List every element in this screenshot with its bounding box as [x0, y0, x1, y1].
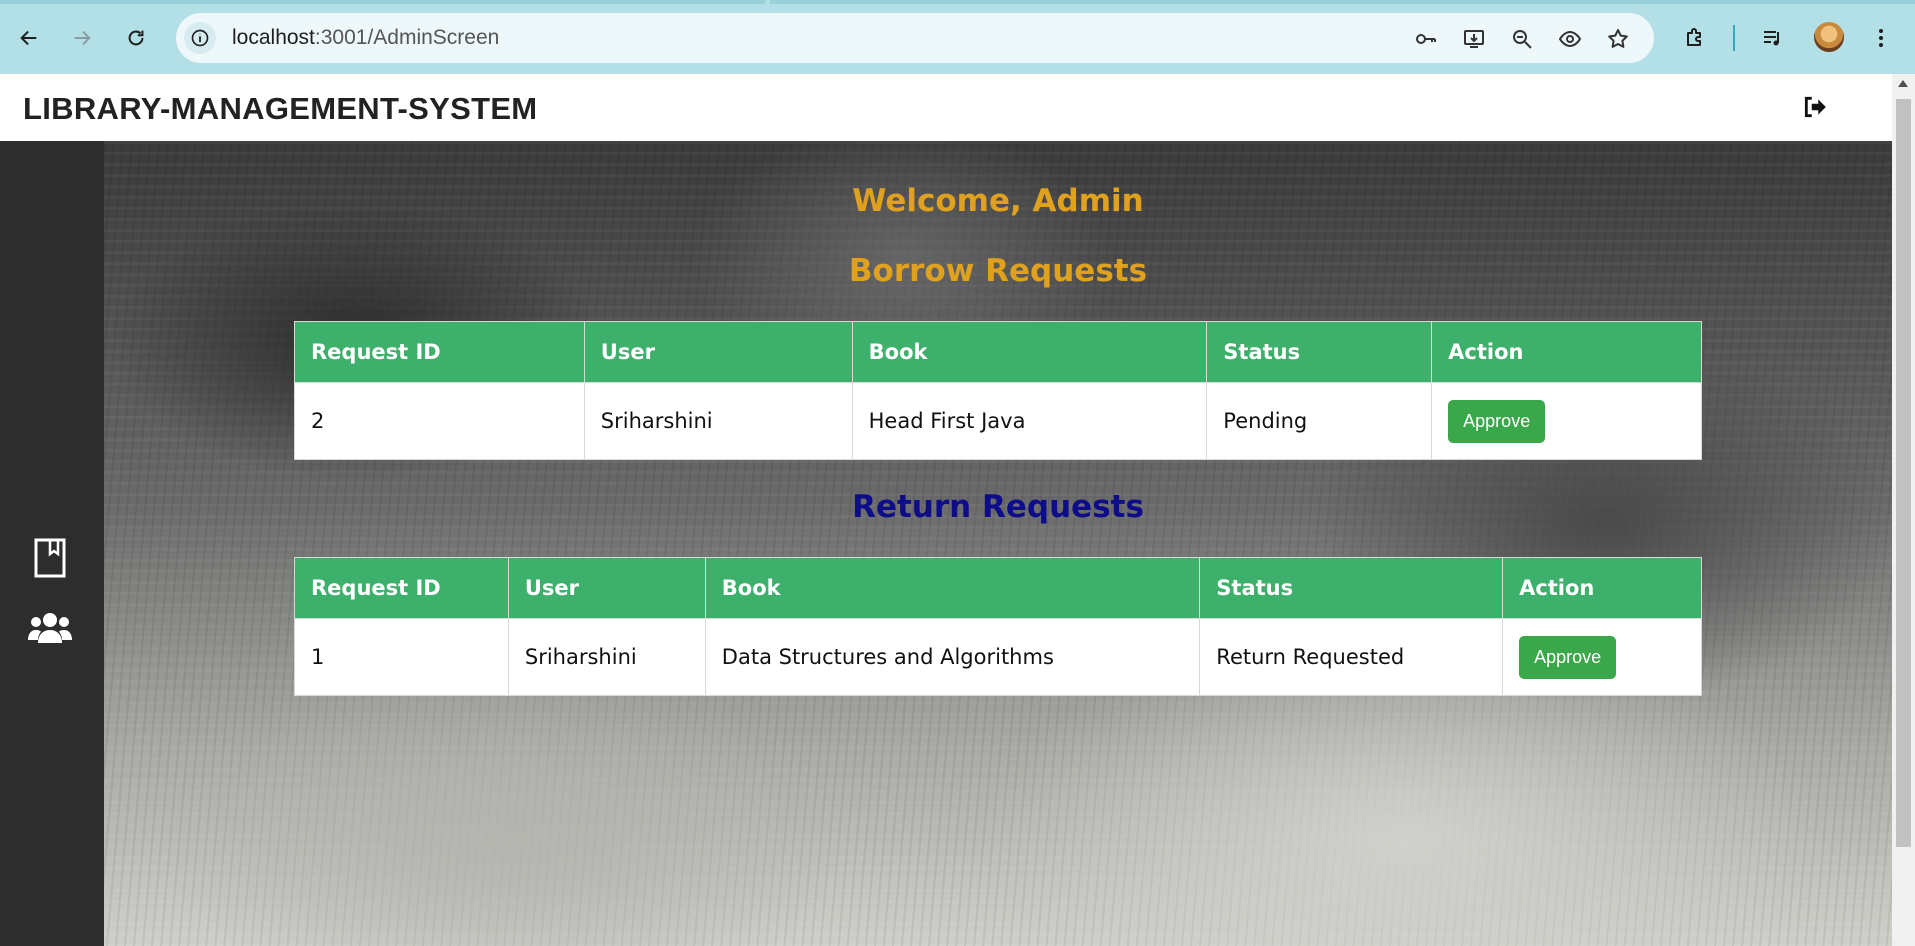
scroll-up-arrow[interactable] [1898, 80, 1908, 87]
address-bar[interactable]: localhost:3001/AdminScreen [176, 13, 1654, 63]
column-header: Request ID [294, 321, 585, 383]
bookmark-star-icon[interactable] [1604, 25, 1632, 53]
tab-strip-right [770, 0, 1915, 4]
book-cell: Head First Java [851, 382, 1208, 460]
status-cell: Return Requested [1199, 618, 1504, 696]
status-cell: Pending [1206, 382, 1433, 460]
column-header: Action [1431, 321, 1702, 383]
zoom-icon[interactable] [1508, 25, 1536, 53]
table-row: 2 Sriharshini Head First Java Pending Ap… [294, 382, 1702, 460]
borrow-requests-table: Request ID User Book Status Action 2 Sri… [294, 321, 1702, 460]
page-scrollbar[interactable] [1892, 74, 1915, 946]
book-cell: Data Structures and Algorithms [704, 618, 1201, 696]
user-cell: Sriharshini [507, 618, 706, 696]
column-header: Status [1199, 557, 1504, 619]
forward-icon[interactable] [64, 20, 100, 56]
password-key-icon[interactable] [1412, 25, 1440, 53]
tab-strip-left [0, 0, 765, 4]
sidebar [0, 141, 104, 946]
profile-avatar[interactable] [1814, 22, 1844, 52]
browser-toolbar: localhost:3001/AdminScreen [0, 0, 1915, 74]
return-requests-title: Return Requests [852, 489, 1144, 525]
column-header: User [507, 557, 706, 619]
action-cell: Approve [1431, 382, 1702, 460]
reload-icon[interactable] [118, 20, 154, 56]
url-path: :3001/AdminScreen [314, 26, 500, 49]
url-host: localhost [232, 26, 315, 49]
scroll-thumb[interactable] [1896, 99, 1911, 847]
column-header: User [583, 321, 853, 383]
main-content: Welcome, Admin Borrow Requests Request I… [104, 141, 1892, 946]
bookmark-icon[interactable] [26, 536, 74, 580]
extensions-icon[interactable] [1677, 20, 1713, 56]
column-header: Request ID [294, 557, 509, 619]
user-cell: Sriharshini [583, 382, 853, 460]
request-id-cell: 1 [294, 618, 509, 696]
more-menu-icon[interactable] [1866, 20, 1896, 56]
welcome-heading: Welcome, Admin [852, 183, 1144, 219]
column-header: Book [704, 557, 1201, 619]
request-id-cell: 2 [294, 382, 585, 460]
column-header: Status [1206, 321, 1433, 383]
table-header-row: Request ID User Book Status Action [294, 557, 1702, 619]
back-icon[interactable] [11, 20, 47, 56]
url-text[interactable]: localhost:3001/AdminScreen [232, 26, 499, 50]
approve-button[interactable]: Approve [1448, 399, 1546, 443]
table-row: 1 Sriharshini Data Structures and Algori… [294, 618, 1702, 696]
column-header: Book [851, 321, 1208, 383]
site-info-icon[interactable] [184, 22, 216, 54]
toolbar-divider [1733, 25, 1735, 51]
eye-icon[interactable] [1556, 25, 1584, 53]
approve-button[interactable]: Approve [1519, 635, 1617, 679]
app-title: LIBRARY-MANAGEMENT-SYSTEM [23, 91, 538, 126]
media-controls-icon[interactable] [1755, 20, 1791, 56]
sign-out-icon[interactable] [1802, 94, 1828, 120]
app-header: LIBRARY-MANAGEMENT-SYSTEM [0, 74, 1892, 141]
table-header-row: Request ID User Book Status Action [294, 321, 1702, 383]
users-icon[interactable] [26, 606, 74, 650]
action-cell: Approve [1502, 618, 1702, 696]
install-app-icon[interactable] [1460, 25, 1488, 53]
return-requests-table: Request ID User Book Status Action 1 Sri… [294, 557, 1702, 696]
column-header: Action [1502, 557, 1702, 619]
borrow-requests-title: Borrow Requests [848, 253, 1148, 289]
